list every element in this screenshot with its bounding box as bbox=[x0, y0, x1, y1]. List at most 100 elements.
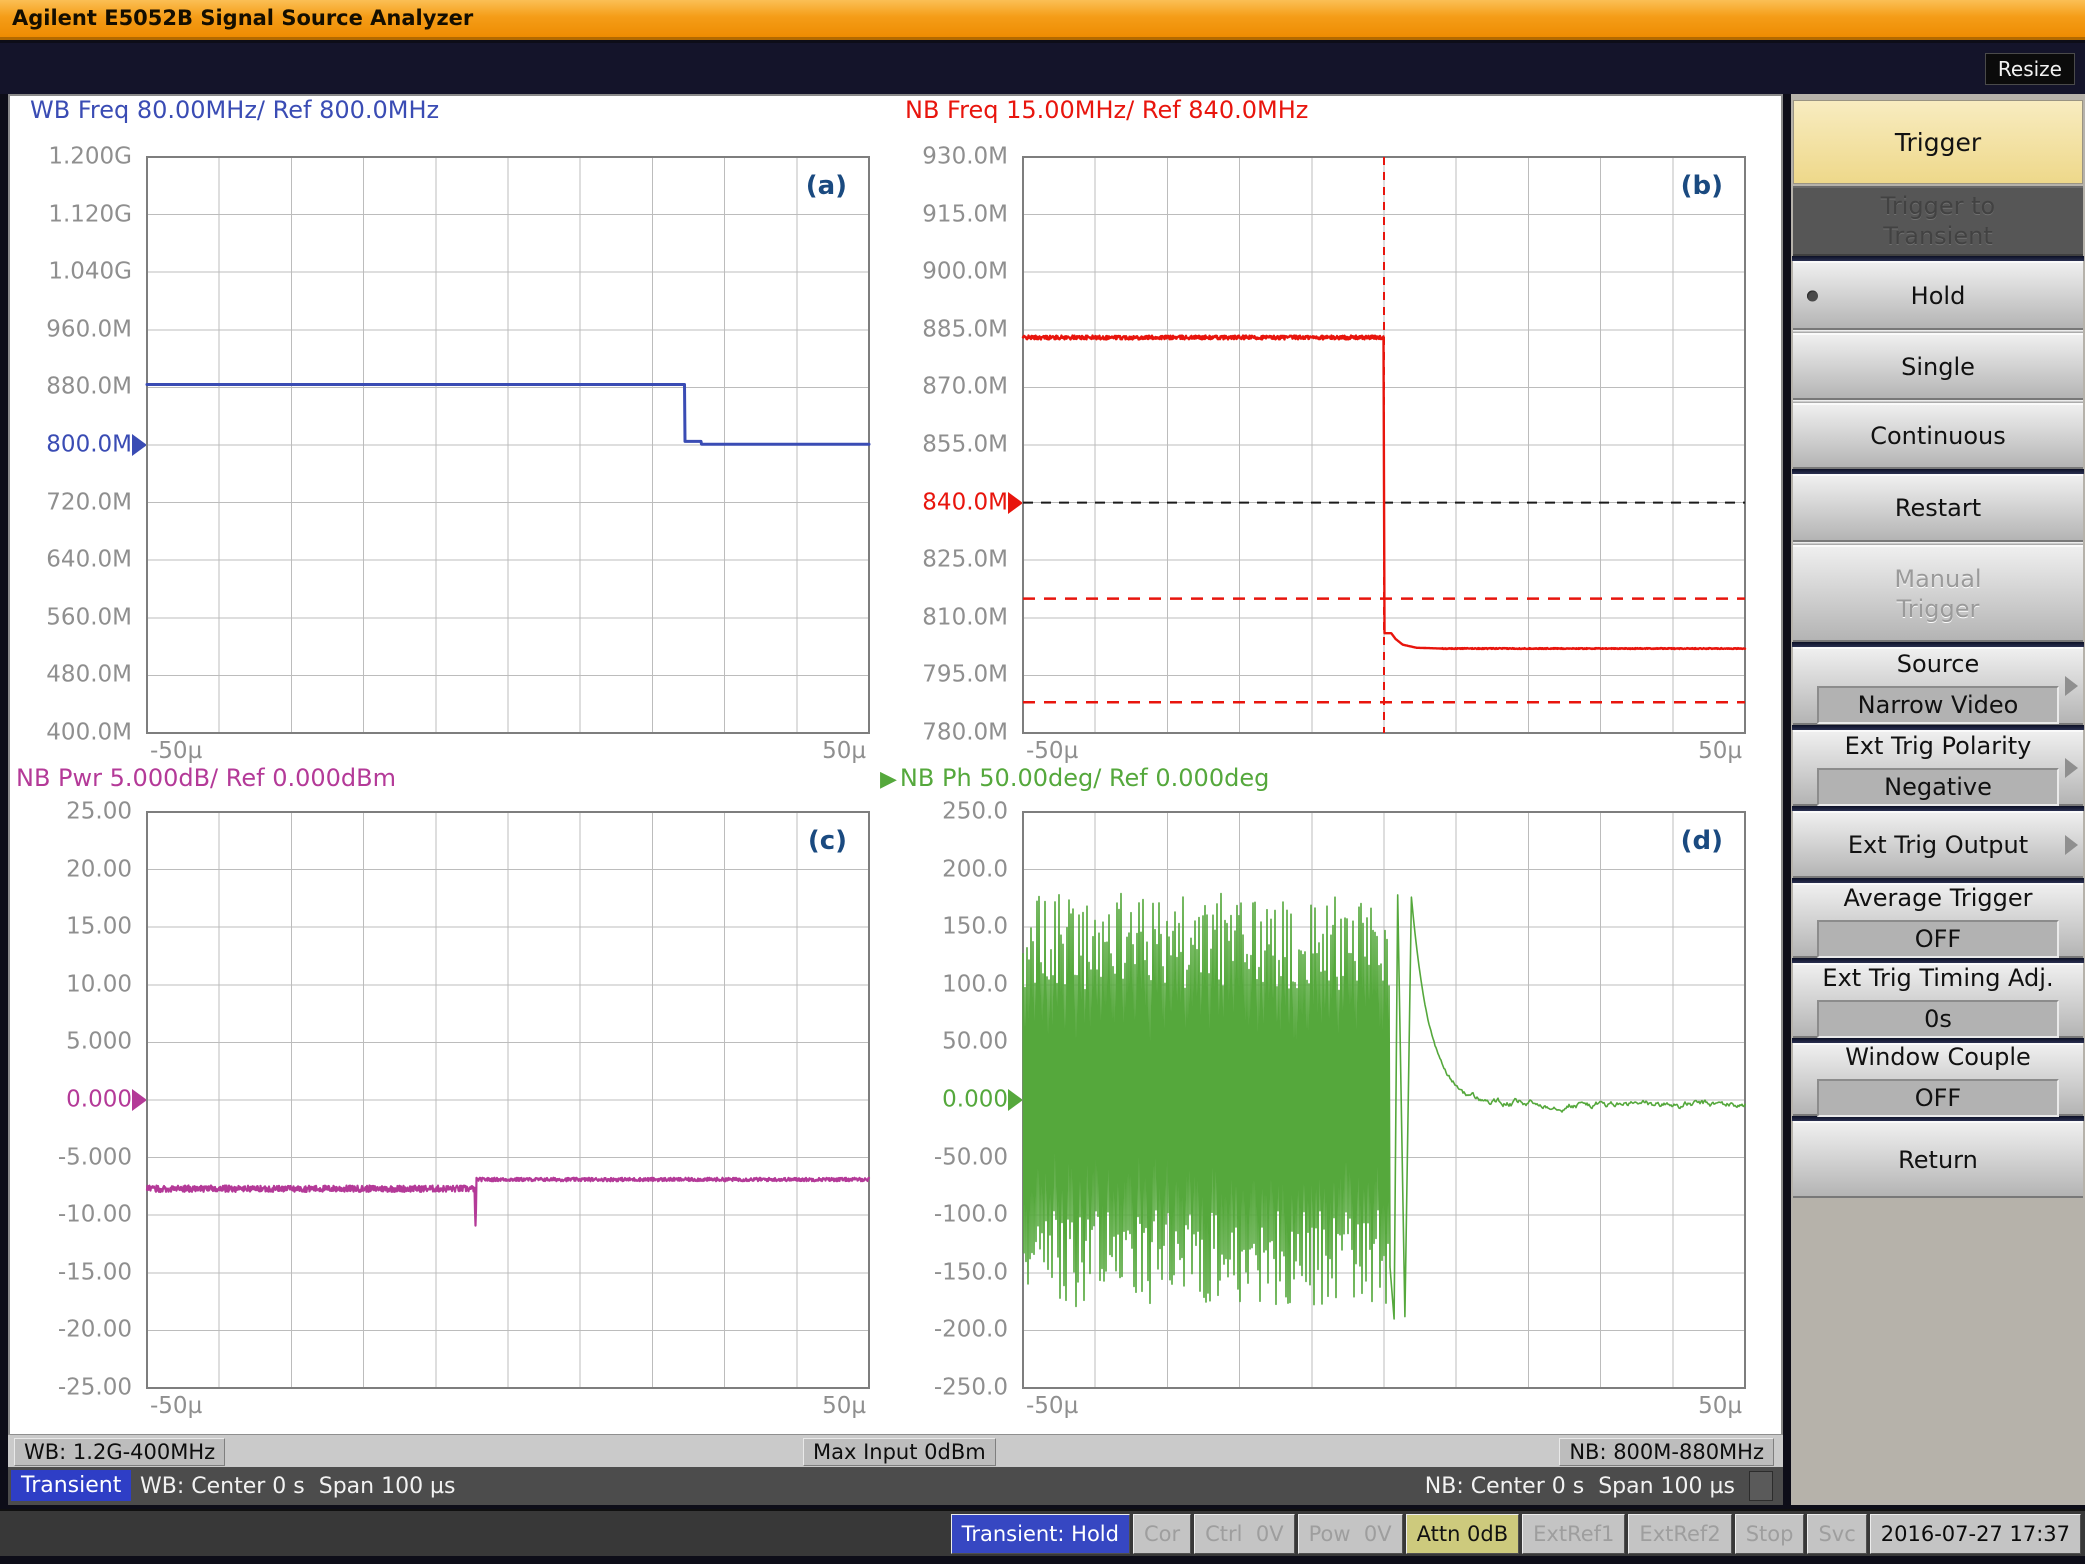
softkey-value-window-couple: OFF bbox=[1817, 1079, 2059, 1117]
plot-title-a: WB Freq 80.00MHz/ Ref 800.0MHz bbox=[30, 96, 439, 124]
status-cell-extref1: ExtRef1 bbox=[1522, 1514, 1625, 1554]
softkey-label: Ext Trig Timing Adj. bbox=[1822, 963, 2053, 993]
y-tick-label: 930.0M bbox=[878, 143, 1008, 169]
plot-grid-c bbox=[145, 810, 871, 1390]
x-tick-label-right: 50µ bbox=[809, 1393, 866, 1419]
status-cell-svc: Svc bbox=[1807, 1514, 1866, 1554]
status-cell-cor: Cor bbox=[1133, 1514, 1191, 1554]
softkey-return[interactable]: Return bbox=[1793, 1121, 2083, 1198]
submenu-arrow-icon bbox=[2065, 835, 2078, 855]
resize-button[interactable]: Resize bbox=[1985, 53, 2075, 85]
plot-grid-d bbox=[1021, 810, 1747, 1390]
submenu-arrow-icon bbox=[2065, 758, 2078, 778]
softkey-window-couple[interactable]: Window Couple OFF bbox=[1793, 1043, 2083, 1116]
y-tick-label: 20.00 bbox=[2, 856, 132, 882]
wb-sweep-label: WB: Center 0 s Span 100 µs bbox=[140, 1474, 456, 1499]
y-tick-label: 200.0 bbox=[878, 856, 1008, 882]
y-tick-label: 810.0M bbox=[878, 604, 1008, 630]
softkey-ext-trig-polarity[interactable]: Ext Trig Polarity Negative bbox=[1793, 730, 2083, 806]
y-tick-label: 855.0M bbox=[878, 431, 1008, 457]
y-tick-label: 800.0M bbox=[2, 431, 132, 457]
y-tick-label: -50.00 bbox=[878, 1144, 1008, 1170]
softkey-continuous[interactable]: Continuous bbox=[1793, 403, 2083, 469]
y-tick-label: -15.00 bbox=[2, 1259, 132, 1285]
y-tick-label: -10.00 bbox=[2, 1202, 132, 1228]
y-tick-label: 915.0M bbox=[878, 201, 1008, 227]
x-tick-label-left: -50µ bbox=[1026, 1393, 1078, 1419]
y-tick-label: -20.00 bbox=[2, 1317, 132, 1343]
softkey-label: Restart bbox=[1895, 493, 1981, 523]
y-tick-label: 795.0M bbox=[878, 662, 1008, 688]
x-tick-label-right: 50µ bbox=[1685, 738, 1742, 764]
softkey-trigger-to-transient: Trigger toTransient bbox=[1793, 186, 2083, 256]
softkey-single[interactable]: Single bbox=[1793, 333, 2083, 400]
softkey-label-line: Trigger bbox=[1897, 594, 1980, 624]
x-tick-label-left: -50µ bbox=[150, 738, 202, 764]
y-tick-label: 5.000 bbox=[2, 1029, 132, 1055]
softkey-label: Hold bbox=[1911, 281, 1966, 311]
y-tick-label: 880.0M bbox=[2, 374, 132, 400]
softkey-menu-title: Trigger bbox=[1793, 100, 2083, 184]
y-tick-label: 1.120G bbox=[2, 201, 132, 227]
status-cell-pow-0v: Pow 0V bbox=[1298, 1514, 1403, 1554]
sweep-status-bar: Transient WB: Center 0 s Span 100 µs NB:… bbox=[8, 1467, 1783, 1505]
y-tick-label: 150.0 bbox=[878, 914, 1008, 940]
status-cell-attn-0db: Attn 0dB bbox=[1406, 1514, 1520, 1554]
y-tick-label: 0.000 bbox=[878, 1086, 1008, 1112]
y-tick-label: 400.0M bbox=[2, 719, 132, 745]
plot-title-text: WB Freq 80.00MHz/ Ref 800.0MHz bbox=[30, 96, 439, 124]
y-tick-label: 50.00 bbox=[878, 1029, 1008, 1055]
softkey-average-trigger[interactable]: Average TriggerOFF bbox=[1793, 883, 2083, 958]
y-tick-label: 720.0M bbox=[2, 489, 132, 515]
y-tick-label: 560.0M bbox=[2, 604, 132, 630]
y-tick-label: 1.200G bbox=[2, 143, 132, 169]
softkey-label: Ext Trig Polarity bbox=[1845, 731, 2032, 761]
softkey-value-source: Narrow Video bbox=[1817, 686, 2059, 724]
x-tick-label-right: 50µ bbox=[1685, 1393, 1742, 1419]
selected-dot-icon bbox=[1807, 290, 1818, 301]
softkey-source[interactable]: Source Narrow Video bbox=[1793, 647, 2083, 725]
plot-title-text: NB Freq 15.00MHz/ Ref 840.0MHz bbox=[905, 96, 1308, 124]
window-title: Agilent E5052B Signal Source Analyzer bbox=[12, 6, 473, 30]
nb-band-badge: NB: 800M-880MHz bbox=[1559, 1438, 1774, 1466]
trace-b bbox=[1023, 336, 1745, 649]
plot-title-d: ▶NB Ph 50.00deg/ Ref 0.000deg bbox=[880, 764, 1269, 792]
softkey-ext-trig-timing-adj[interactable]: Ext Trig Timing Adj. 0s bbox=[1793, 963, 2083, 1038]
y-tick-label: 0.000 bbox=[2, 1086, 132, 1112]
softkey-label: Return bbox=[1898, 1145, 1978, 1175]
softkey-label: Single bbox=[1901, 352, 1975, 382]
submenu-arrow-icon bbox=[2065, 676, 2078, 696]
softkey-ext-trig-output[interactable]: Ext Trig Output bbox=[1793, 811, 2083, 878]
y-tick-label: -5.000 bbox=[2, 1144, 132, 1170]
y-tick-label: 640.0M bbox=[2, 547, 132, 573]
plot-title-c: NB Pwr 5.000dB/ Ref 0.000dBm bbox=[16, 764, 396, 792]
y-tick-label: 960.0M bbox=[2, 316, 132, 342]
band-status-bar: WB: 1.2G-400MHz Max Input 0dBm NB: 800M-… bbox=[8, 1434, 1783, 1467]
nb-sweep-label: NB: Center 0 s Span 100 µs bbox=[1425, 1474, 1735, 1499]
softkey-label: Average Trigger bbox=[1844, 883, 2033, 913]
plot-grid-b bbox=[1021, 155, 1747, 735]
softkey-label: Continuous bbox=[1870, 421, 2006, 451]
softkey-menu: Trigger Trigger toTransient Hold Single Con… bbox=[1788, 94, 2085, 1505]
y-tick-label: 780.0M bbox=[878, 719, 1008, 745]
system-status-bar: Transient: HoldCorCtrl 0VPow 0VAttn 0dBE… bbox=[0, 1509, 2085, 1556]
softkey-value-ext-trig-polarity: Negative bbox=[1817, 768, 2059, 806]
softkey-value-ext-trig-timing-adj: 0s bbox=[1817, 1000, 2059, 1038]
plot-title-b: NB Freq 15.00MHz/ Ref 840.0MHz bbox=[905, 96, 1308, 124]
softkey-label: Window Couple bbox=[1845, 1042, 2031, 1072]
y-tick-label: 10.00 bbox=[2, 971, 132, 997]
plot-title-text: NB Pwr 5.000dB/ Ref 0.000dBm bbox=[16, 764, 396, 792]
softkey-label-line: Transient bbox=[1883, 221, 1992, 251]
y-tick-label: 870.0M bbox=[878, 374, 1008, 400]
measurement-mode-badge: Transient bbox=[11, 1470, 131, 1501]
status-cell-stop: Stop bbox=[1735, 1514, 1805, 1554]
softkey-restart[interactable]: Restart bbox=[1793, 474, 2083, 542]
y-tick-label: 825.0M bbox=[878, 547, 1008, 573]
y-tick-label: 100.0 bbox=[878, 971, 1008, 997]
system-status-cells: Transient: HoldCorCtrl 0VPow 0VAttn 0dBE… bbox=[951, 1514, 2081, 1554]
softkey-hold[interactable]: Hold bbox=[1793, 261, 2083, 330]
status-cell-2016-07-27-17-37: 2016-07-27 17:37 bbox=[1870, 1514, 2081, 1554]
ref-marker-icon: ▶ bbox=[880, 767, 897, 792]
softkey-label: Source bbox=[1897, 649, 1979, 679]
y-tick-label: 25.00 bbox=[2, 798, 132, 824]
